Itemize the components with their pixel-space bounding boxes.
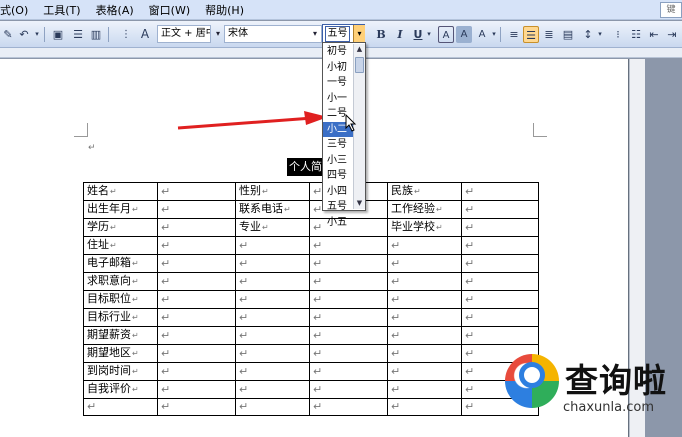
- font-size-option[interactable]: 四号: [323, 168, 353, 184]
- font-size-option[interactable]: 五号: [323, 199, 353, 215]
- font-size-options: 初号 小初 一号 小一 二号 小二 三号 小三 四号 小四 五号 小五: [323, 44, 353, 230]
- watermark-logo: 查询啦 chaxunla.com: [505, 344, 682, 437]
- watermark-q-icon: [519, 362, 545, 388]
- font-size-option[interactable]: 小一: [323, 91, 353, 107]
- font-size-dropdown-list[interactable]: 初号 小初 一号 小一 二号 小二 三号 小三 四号 小四 五号 小五 ▲ ▼: [322, 42, 366, 228]
- font-size-option[interactable]: 小初: [323, 60, 353, 76]
- watermark-domain: chaxunla.com: [563, 400, 654, 415]
- arrow-shaft: [177, 117, 307, 130]
- font-size-option[interactable]: 初号: [323, 44, 353, 60]
- scroll-thumb[interactable]: [355, 57, 364, 73]
- font-size-option[interactable]: 三号: [323, 137, 353, 153]
- font-size-option[interactable]: 小四: [323, 184, 353, 200]
- mouse-cursor-icon: [345, 114, 357, 132]
- font-size-option[interactable]: 一号: [323, 75, 353, 91]
- font-size-option[interactable]: 小三: [323, 153, 353, 169]
- font-size-option[interactable]: 小五: [323, 215, 353, 231]
- watermark-name: 查询啦: [565, 361, 667, 400]
- scroll-up-icon[interactable]: ▲: [354, 44, 365, 55]
- scroll-down-icon[interactable]: ▼: [354, 198, 365, 209]
